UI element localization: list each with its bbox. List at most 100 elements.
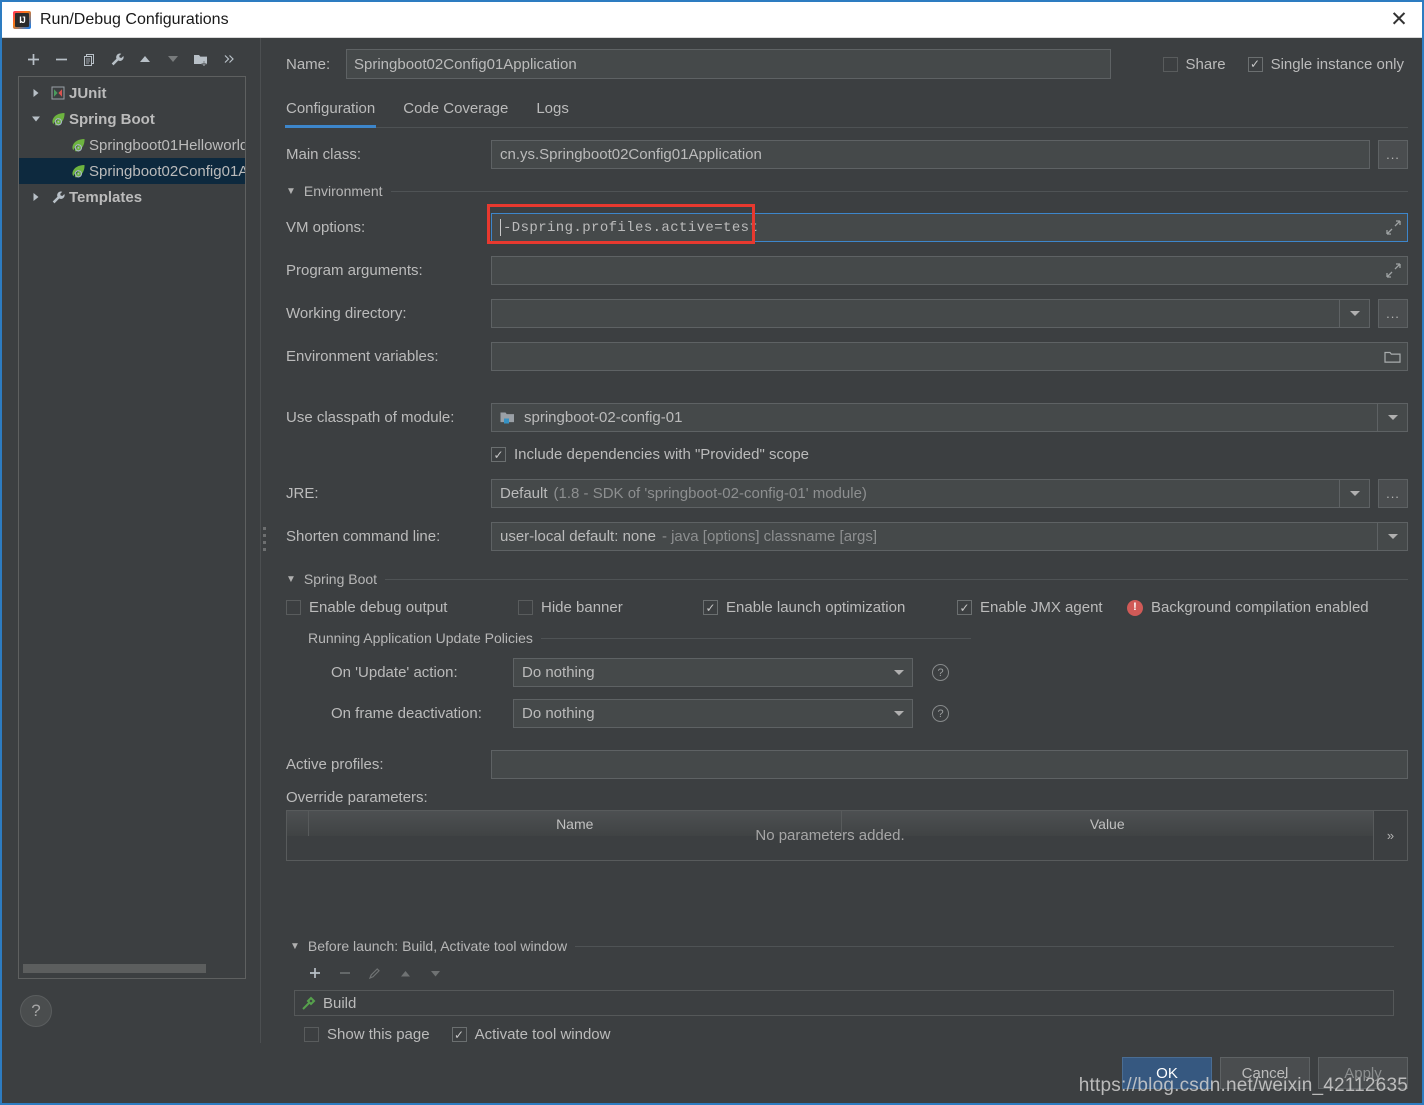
enable-jmx-agent-checkbox-box[interactable] [957,600,972,615]
tree-item-spring-boot[interactable]: Spring Boot [19,106,245,132]
hide-banner-checkbox-box[interactable] [518,600,533,615]
single-instance-checkbox[interactable]: Single instance only [1247,56,1404,73]
working-directory-field[interactable] [491,299,1340,328]
program-arguments-label: Program arguments: [286,262,423,279]
ok-button[interactable]: OK [1122,1057,1212,1089]
show-this-page-checkbox[interactable]: Show this page [304,1026,430,1043]
pencil-icon[interactable] [362,960,388,986]
tree-horizontal-scrollbar[interactable] [23,961,243,975]
before-launch-checkboxes: Show this page Activate tool window [290,1016,1394,1043]
enable-debug-output-checkbox[interactable]: Enable debug output [286,599,518,616]
sidebar-toolbar [2,42,260,76]
name-input[interactable] [346,49,1111,79]
wrench-icon[interactable] [104,46,130,72]
tree-item-springboot02config01a[interactable]: Springboot02Config01A [19,158,245,184]
on-frame-deactivation-combo[interactable]: Do nothing [513,699,913,728]
tab-code-coverage[interactable]: Code Coverage [403,100,522,127]
apply-button[interactable]: Apply [1318,1057,1408,1089]
tab-logs[interactable]: Logs [536,100,583,127]
jre-field[interactable]: Default (1.8 - SDK of 'springboot-02-con… [491,479,1340,508]
working-directory-dropdown-arrow[interactable] [1340,299,1370,328]
show-this-page-checkbox-box[interactable] [304,1027,319,1042]
module-combo[interactable]: springboot-02-config-01 [491,403,1408,432]
tree-item-label: Springboot02Config01A [89,162,246,180]
on-update-action-row: On 'Update' action: Do nothing ? [308,658,1408,687]
share-checkbox[interactable]: Share [1162,56,1226,73]
before-launch-header[interactable]: ▼ Before launch: Build, Activate tool wi… [290,938,1394,954]
chevron-down-icon[interactable]: ▼ [286,186,296,197]
more-options-button[interactable] [216,46,242,72]
on-frame-deactivation-help-icon[interactable]: ? [932,705,949,722]
shorten-command-line-combo[interactable]: user-local default: none - java [options… [491,522,1408,551]
tree-item-label: Spring Boot [69,110,155,128]
main-class-field[interactable]: cn.ys.Springboot02Config01Application [491,140,1370,169]
before-launch-task-list[interactable]: Build [294,990,1394,1016]
activate-tool-window-checkbox-box[interactable] [451,1027,467,1042]
close-icon[interactable]: ✕ [1376,2,1422,37]
enable-debug-output-checkbox-box[interactable] [286,600,301,615]
remove-configuration-button[interactable] [48,46,74,72]
intellij-idea-logo-icon [13,10,31,29]
shorten-command-line-hint: - java [options] classname [args] [661,528,878,545]
vm-options-field[interactable]: -Dspring.profiles.active=test [491,213,1408,242]
expand-toggle-icon[interactable] [25,88,47,98]
hide-banner-checkbox[interactable]: Hide banner [518,599,703,616]
tab-configuration[interactable]: Configuration [284,100,389,128]
move-task-down-button[interactable] [422,960,448,986]
scrollbar-thumb[interactable] [23,964,206,973]
help-button[interactable]: ? [20,995,52,1027]
folder-add-icon[interactable] [188,46,214,72]
on-update-action-help-icon[interactable]: ? [932,664,949,681]
tree-item-templates[interactable]: Templates [19,184,245,210]
tree-item-springboot01helloworld[interactable]: Springboot01Helloworld [19,132,245,158]
environment-section-header[interactable]: ▼ Environment [286,183,1408,199]
module-field[interactable]: springboot-02-config-01 [491,403,1378,432]
chevron-down-icon[interactable]: ▼ [286,574,296,585]
enable-jmx-agent-checkbox[interactable]: Enable JMX agent [957,599,1127,616]
module-icon [500,411,516,425]
cancel-button[interactable]: Cancel [1220,1057,1310,1089]
jre-dropdown-arrow[interactable] [1340,479,1370,508]
spring-boot-section-header[interactable]: ▼ Spring Boot [286,571,1408,587]
program-arguments-expand-icon[interactable] [1380,256,1406,285]
jre-combo[interactable]: Default (1.8 - SDK of 'springboot-02-con… [491,479,1370,508]
jre-browse-button[interactable]: ... [1378,479,1408,508]
parameters-table-body: No parameters added. [287,827,1373,860]
vm-options-expand-icon[interactable] [1380,213,1406,242]
tree-item-junit[interactable]: JUnit [19,80,245,106]
module-dropdown-arrow[interactable] [1378,403,1408,432]
shorten-command-line-field[interactable]: user-local default: none - java [options… [491,522,1378,551]
parameters-empty-text: No parameters added. [755,827,905,844]
add-configuration-button[interactable] [20,46,46,72]
working-directory-browse-button[interactable]: ... [1378,299,1408,328]
move-down-button[interactable] [160,46,186,72]
share-checkbox-box[interactable] [1162,56,1178,72]
include-provided-checkbox[interactable]: Include dependencies with "Provided" sco… [491,446,809,463]
environment-variables-browse-icon[interactable] [1379,342,1405,371]
remove-task-button[interactable] [332,960,358,986]
on-update-action-combo[interactable]: Do nothing [513,658,913,687]
panel-splitter[interactable] [260,38,268,1043]
include-provided-checkbox-box[interactable] [491,447,506,462]
parameters-expand-button[interactable]: » [1373,811,1407,860]
expand-toggle-icon[interactable] [25,192,47,202]
enable-launch-optimization-checkbox-box[interactable] [703,600,718,615]
activate-tool-window-checkbox[interactable]: Activate tool window [451,1026,610,1043]
program-arguments-field[interactable] [491,256,1408,285]
shorten-command-line-dropdown-arrow[interactable] [1378,522,1408,551]
shorten-command-line-label: Shorten command line: [286,528,441,545]
chevron-down-icon [1349,311,1360,316]
single-instance-checkbox-box[interactable] [1247,56,1263,72]
environment-variables-field[interactable] [491,342,1408,371]
enable-launch-optimization-checkbox[interactable]: Enable launch optimization [703,599,957,616]
add-task-button[interactable] [302,960,328,986]
copy-configuration-button[interactable] [76,46,102,72]
jre-row: JRE: Default (1.8 - SDK of 'springboot-0… [286,479,1408,508]
chevron-down-icon[interactable]: ▼ [290,941,300,952]
move-up-button[interactable] [132,46,158,72]
main-class-browse-button[interactable]: ... [1378,140,1408,169]
active-profiles-field[interactable] [491,750,1408,779]
working-directory-combo[interactable] [491,299,1370,328]
move-task-up-button[interactable] [392,960,418,986]
collapse-toggle-icon[interactable] [25,114,47,124]
